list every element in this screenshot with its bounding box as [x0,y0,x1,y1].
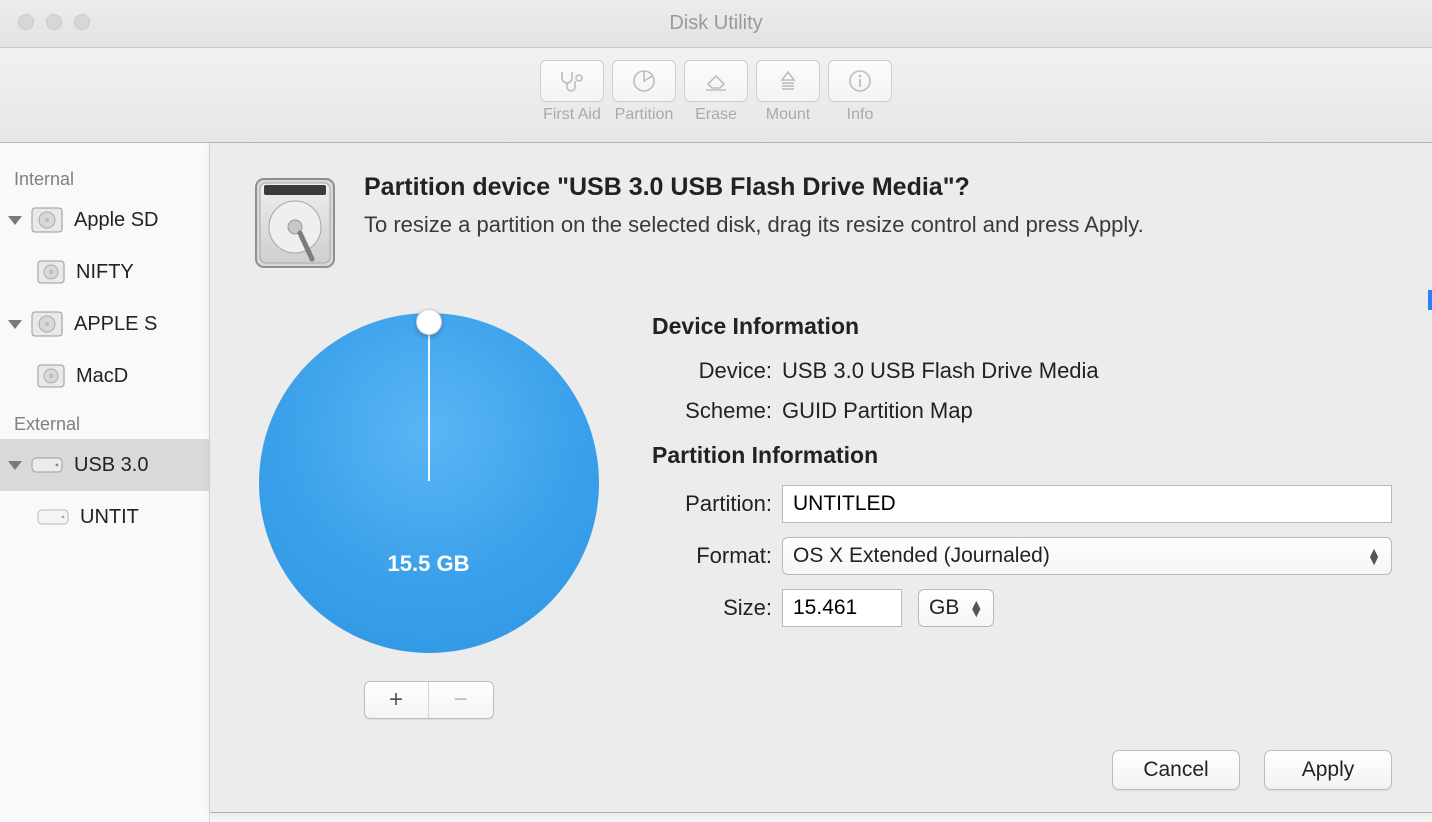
scroll-indicator [1428,290,1432,310]
internal-drive-icon [36,363,66,389]
window-title: Disk Utility [0,12,1432,35]
scheme-label: Scheme: [652,398,782,424]
erase-button[interactable] [684,60,748,102]
sidebar-item-internal-1[interactable]: APPLE S [0,298,209,350]
main-content: Partition device "USB 3.0 USB Flash Driv… [210,143,1432,822]
partition-resize-handle[interactable] [416,309,442,335]
mount-icon [777,68,799,94]
internal-drive-icon [36,259,66,285]
apply-button[interactable]: Apply [1264,750,1392,790]
format-label: Format: [652,543,782,569]
info-label: Info [828,106,892,124]
cancel-button[interactable]: Cancel [1112,750,1240,790]
erase-icon [702,70,730,92]
sidebar-item-internal-0-child-0[interactable]: NIFTY [0,246,209,298]
chevron-down-icon[interactable] [8,461,22,470]
sidebar-heading-internal: Internal [0,163,209,194]
first-aid-label: First Aid [540,106,604,124]
hard-drive-icon [250,173,340,273]
format-select[interactable]: OS X Extended (Journaled) ▲▼ [782,537,1392,575]
mount-label: Mount [756,106,820,124]
internal-drive-icon [30,205,64,235]
scheme-value: GUID Partition Map [782,398,1392,424]
sidebar-item-label: UNTIT [80,506,139,529]
size-label: Size: [652,595,782,621]
info-button[interactable] [828,60,892,102]
device-info-heading: Device Information [652,313,1392,340]
add-partition-button[interactable]: + [365,682,429,718]
sidebar-item-label: NIFTY [76,261,134,284]
info-icon [847,68,873,94]
remove-partition-button[interactable]: − [429,682,493,718]
sidebar-item-label: MacD [76,365,128,388]
window-controls [18,14,90,30]
stethoscope-icon [558,69,586,93]
sheet-title: Partition device "USB 3.0 USB Flash Driv… [364,173,1144,202]
partition-pie[interactable]: 15.5 GB [259,313,599,653]
size-input[interactable] [782,589,902,627]
device-label: Device: [652,358,782,384]
sidebar-heading-external: External [0,408,209,439]
pie-icon [631,68,657,94]
partition-add-remove-group: + − [364,681,494,719]
toolbar: First Aid Partition Erase [0,48,1432,143]
sidebar-item-internal-1-child-0[interactable]: MacD [0,350,209,402]
format-select-value: OS X Extended (Journaled) [793,544,1050,568]
chevron-down-icon[interactable] [8,216,22,225]
external-volume-icon [36,504,70,530]
partition-button[interactable] [612,60,676,102]
partition-info-heading: Partition Information [652,442,1392,469]
device-value: USB 3.0 USB Flash Drive Media [782,358,1392,384]
titlebar: Disk Utility [0,0,1432,48]
mount-button[interactable] [756,60,820,102]
size-unit-value: GB [929,596,959,620]
minimize-window-button[interactable] [46,14,62,30]
first-aid-button[interactable] [540,60,604,102]
chevron-up-down-icon: ▲▼ [969,600,983,616]
zoom-window-button[interactable] [74,14,90,30]
close-window-button[interactable] [18,14,34,30]
partition-label: Partition: [652,491,782,517]
partition-sheet: Partition device "USB 3.0 USB Flash Driv… [210,143,1432,813]
sidebar-item-external-0-child-0[interactable]: UNTIT [0,491,209,543]
sidebar-item-label: Apple SD [74,209,159,232]
sidebar: Internal Apple SD NIFTY APPLE S [0,143,210,822]
partition-name-input[interactable] [782,485,1392,523]
sheet-subtitle: To resize a partition on the selected di… [364,212,1144,238]
sidebar-item-label: APPLE S [74,313,157,336]
partition-size-label: 15.5 GB [259,551,599,577]
external-drive-icon [30,452,64,478]
partition-label: Partition [612,106,676,124]
sidebar-item-label: USB 3.0 [74,454,148,477]
size-unit-select[interactable]: GB ▲▼ [918,589,994,627]
sidebar-item-internal-0[interactable]: Apple SD [0,194,209,246]
chevron-down-icon[interactable] [8,320,22,329]
internal-drive-icon [30,309,64,339]
erase-label: Erase [684,106,748,124]
chevron-up-down-icon: ▲▼ [1367,548,1381,564]
sidebar-item-external-0[interactable]: USB 3.0 [0,439,209,491]
